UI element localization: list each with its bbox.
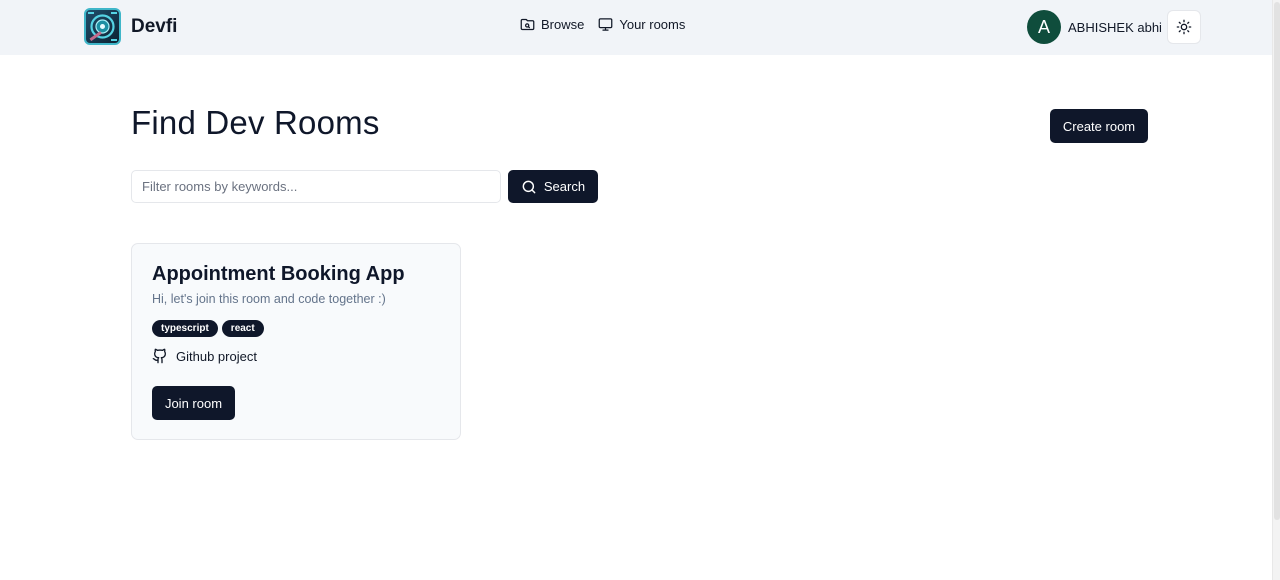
tag-badge[interactable]: typescript — [152, 320, 218, 337]
top-header: Devfi Browse Your rooms A ABHISHEK abhi — [0, 0, 1272, 55]
nav-your-rooms[interactable]: Your rooms — [598, 17, 685, 32]
page-title: Find Dev Rooms — [131, 104, 380, 141]
folder-search-icon — [520, 18, 535, 31]
main-nav: Browse Your rooms — [520, 17, 685, 32]
theme-toggle-button[interactable] — [1167, 10, 1201, 44]
app-logo-icon — [84, 8, 121, 45]
create-room-button[interactable]: Create room — [1050, 109, 1148, 143]
room-card: Appointment Booking App Hi, let's join t… — [131, 243, 461, 440]
room-title: Appointment Booking App — [152, 263, 405, 285]
search-button[interactable]: Search — [508, 170, 598, 203]
github-project-label: Github project — [176, 348, 257, 364]
sun-icon — [1176, 19, 1192, 35]
tag-badge[interactable]: react — [221, 320, 264, 337]
user-name: ABHISHEK abhi — [1068, 19, 1162, 35]
nav-your-rooms-label: Your rooms — [619, 17, 686, 32]
room-description: Hi, let's join this room and code togeth… — [152, 292, 386, 306]
search-input[interactable] — [131, 170, 501, 203]
github-icon — [152, 348, 167, 364]
nav-browse[interactable]: Browse — [520, 17, 584, 32]
search-icon — [522, 180, 536, 193]
scrollbar-thumb[interactable] — [1274, 2, 1280, 520]
github-project-link[interactable]: Github project — [152, 348, 257, 364]
user-menu[interactable]: A ABHISHEK abhi — [1027, 10, 1162, 44]
avatar[interactable]: A — [1027, 10, 1061, 44]
nav-browse-label: Browse — [541, 17, 585, 32]
page-scrollbar[interactable] — [1272, 0, 1280, 580]
brand[interactable]: Devfi — [84, 8, 177, 45]
room-tags: typescript react — [152, 320, 264, 337]
search-button-label: Search — [543, 179, 586, 194]
brand-name: Devfi — [131, 15, 178, 37]
join-room-button[interactable]: Join room — [152, 386, 235, 420]
monitor-icon — [598, 18, 613, 31]
